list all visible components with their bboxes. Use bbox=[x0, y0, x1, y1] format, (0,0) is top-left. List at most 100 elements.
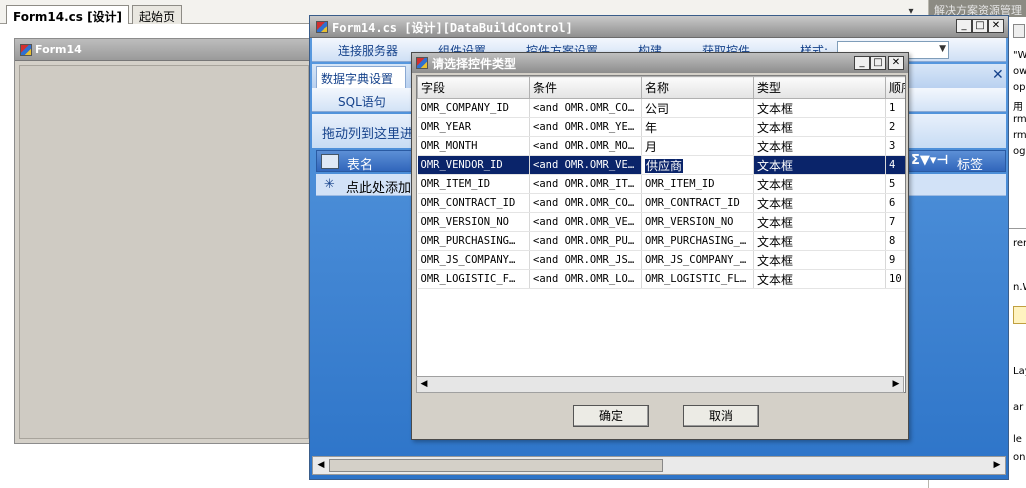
table-row[interactable]: OMR_ITEM_ID <and OMR.OMR_IT… OMR_ITEM_ID 文本… bbox=[417, 174, 905, 194]
cell-order[interactable]: 8 bbox=[885, 231, 905, 251]
cell-field[interactable]: OMR_MONTH bbox=[417, 136, 530, 156]
cell-field[interactable]: OMR_ITEM_ID bbox=[417, 174, 530, 194]
cell-name[interactable]: OMR_PURCHASING_… bbox=[641, 231, 754, 251]
cell-name[interactable]: OMR_VERSION_NO bbox=[641, 212, 754, 232]
table-row[interactable]: OMR_YEAR <and OMR.OMR_YE… 年文本框 2 bbox=[417, 117, 905, 137]
cell-type[interactable]: 文本框 bbox=[753, 174, 886, 194]
cell-type[interactable]: 文本框 bbox=[753, 117, 886, 137]
cell-name[interactable]: 供应商 bbox=[641, 155, 754, 175]
sum-filter-icon[interactable]: Σ▼▾⊣ bbox=[911, 153, 948, 168]
column-header-order[interactable]: 顺序 bbox=[885, 76, 905, 99]
cell-name[interactable]: 月 bbox=[641, 136, 754, 156]
cancel-button[interactable]: 取消 bbox=[683, 405, 759, 427]
cell-type[interactable]: 文本框 bbox=[753, 250, 886, 270]
cell-order[interactable]: 7 bbox=[885, 212, 905, 232]
sql-statement-button[interactable]: SQL语句 bbox=[338, 93, 386, 110]
cell-order[interactable]: 2 bbox=[885, 117, 905, 137]
column-header-condition[interactable]: 条件 bbox=[529, 76, 642, 99]
ok-button[interactable]: 确定 bbox=[573, 405, 649, 427]
tab-start-page[interactable]: 起始页 bbox=[132, 5, 183, 24]
horizontal-scrollbar[interactable]: ◀ ▶ bbox=[312, 456, 1006, 475]
cell-condition[interactable]: <and OMR.OMR_CO… bbox=[529, 98, 642, 118]
close-button[interactable]: ✕ bbox=[988, 19, 1004, 33]
dialog-maximize-button[interactable]: □ bbox=[870, 56, 886, 70]
cell-condition[interactable]: <and OMR.OMR_VE… bbox=[529, 155, 642, 175]
cell-order[interactable]: 6 bbox=[885, 193, 905, 213]
lightning-icon[interactable] bbox=[1013, 306, 1026, 324]
cell-type[interactable]: 文本框 bbox=[753, 212, 886, 232]
cell-condition[interactable]: <and OMR.OMR_YE… bbox=[529, 117, 642, 137]
column-header-type[interactable]: 类型 bbox=[753, 76, 886, 99]
cell-name[interactable]: OMR_CONTRACT_ID bbox=[641, 193, 754, 213]
table-row[interactable]: OMR_COMPANY_ID <and OMR.OMR_CO… 公司 文本框 1 bbox=[417, 98, 905, 118]
cell-condition[interactable]: <and OMR.OMR_MO… bbox=[529, 136, 642, 156]
cell-name[interactable]: OMR_LOGISTIC_FL… bbox=[641, 269, 754, 289]
dialog-title-bar: 请选择控件类型 _ □ ✕ bbox=[412, 53, 908, 73]
cell-type[interactable]: 文本框 bbox=[753, 269, 886, 289]
cell-name[interactable]: 年 bbox=[641, 117, 754, 137]
cell-field[interactable]: OMR_PURCHASING… bbox=[417, 231, 530, 251]
cell-order[interactable]: 10 bbox=[885, 269, 905, 289]
cell-field[interactable]: OMR_LOGISTIC_F… bbox=[417, 269, 530, 289]
cell-type[interactable]: 文本框 bbox=[753, 193, 886, 213]
table-row[interactable]: OMR_LOGISTIC_F… <and OMR.OMR_LO… OMR_LOGIS… bbox=[417, 269, 905, 289]
maximize-button[interactable]: □ bbox=[972, 19, 988, 33]
cell-order[interactable]: 9 bbox=[885, 250, 905, 270]
connect-server-button[interactable]: 连接服务器 bbox=[338, 42, 398, 59]
column-header-table-name[interactable]: 表名 bbox=[347, 154, 373, 173]
cell-condition[interactable]: <and OMR.OMR_PU… bbox=[529, 231, 642, 251]
panel-text-line: ope bbox=[1013, 82, 1026, 93]
minimize-button[interactable]: _ bbox=[956, 19, 972, 33]
table-row[interactable]: OMR_CONTRACT_ID <and OMR.OMR_CO… OMR_CONTR… bbox=[417, 193, 905, 213]
select-control-type-dialog[interactable]: 请选择控件类型 _ □ ✕ 字段 条件 名称 类型 顺序 OMR_COMPANY… bbox=[411, 52, 909, 440]
scroll-left-icon[interactable]: ◀ bbox=[314, 458, 328, 473]
editing-text[interactable]: 供应商 bbox=[645, 158, 684, 173]
cell-field[interactable]: OMR_JS_COMPANY… bbox=[417, 250, 530, 270]
control-type-grid[interactable]: 字段 条件 名称 类型 顺序 OMR_COMPANY_ID<and OMR.OM… bbox=[416, 75, 906, 393]
cell-name[interactable]: 公司 bbox=[641, 98, 754, 118]
cell-name[interactable]: OMR_JS_COMPANY_… bbox=[641, 250, 754, 270]
cell-field[interactable]: OMR_VENDOR_ID bbox=[417, 155, 530, 175]
scroll-right-icon[interactable]: ▶ bbox=[889, 377, 903, 392]
cell-condition[interactable]: <and OMR.OMR_IT… bbox=[529, 174, 642, 194]
table-row[interactable]: OMR_MONTH <and OMR.OMR_MO… 月文本框 3 bbox=[417, 136, 905, 156]
cell-field[interactable]: OMR_YEAR bbox=[417, 117, 530, 137]
cell-condition[interactable]: <and OMR.OMR_CO… bbox=[529, 193, 642, 213]
cell-order[interactable]: 5 bbox=[885, 174, 905, 194]
cell-type[interactable]: 文本框 bbox=[753, 155, 886, 175]
dialog-horizontal-scrollbar[interactable]: ◀ ▶ bbox=[416, 376, 904, 393]
form14-design-window[interactable]: Form14 bbox=[14, 38, 314, 444]
table-row[interactable]: OMR_JS_COMPANY… <and OMR.OMR_JS… OMR_JS_CO… bbox=[417, 250, 905, 270]
cell-name[interactable]: OMR_ITEM_ID bbox=[641, 174, 754, 194]
close-tab-icon[interactable]: ✕ bbox=[992, 67, 1004, 83]
column-header-field[interactable]: 字段 bbox=[417, 76, 530, 99]
table-row[interactable]: OMR_PURCHASING… <and OMR.OMR_PU… OMR_PURCH… bbox=[417, 231, 905, 251]
cell-type[interactable]: 文本框 bbox=[753, 136, 886, 156]
scroll-right-icon[interactable]: ▶ bbox=[990, 458, 1004, 473]
cell-type[interactable]: 文本框 bbox=[753, 98, 886, 118]
dialog-minimize-button[interactable]: _ bbox=[854, 56, 870, 70]
panel-button-icon[interactable] bbox=[1013, 24, 1025, 38]
grid-options-icon[interactable] bbox=[321, 154, 339, 169]
panel-text-line: n.W bbox=[1013, 282, 1026, 293]
panel-text-line: ar bbox=[1013, 402, 1024, 413]
cell-type[interactable]: 文本框 bbox=[753, 231, 886, 251]
table-row[interactable]: OMR_VENDOR_ID <and OMR.OMR_VE… 供应商 文本框 4 bbox=[417, 155, 905, 175]
cell-condition[interactable]: <and OMR.OMR_VE… bbox=[529, 212, 642, 232]
cell-field[interactable]: OMR_CONTRACT_ID bbox=[417, 193, 530, 213]
cell-field[interactable]: OMR_VERSION_NO bbox=[417, 212, 530, 232]
cell-field[interactable]: OMR_COMPANY_ID bbox=[417, 98, 530, 118]
cell-condition[interactable]: <and OMR.OMR_JS… bbox=[529, 250, 642, 270]
tab-form14-design[interactable]: Form14.cs [设计] bbox=[6, 5, 130, 24]
cell-condition[interactable]: <and OMR.OMR_LO… bbox=[529, 269, 642, 289]
cell-order[interactable]: 1 bbox=[885, 98, 905, 118]
cell-order[interactable]: 4 bbox=[885, 155, 905, 175]
table-row[interactable]: OMR_VERSION_NO <and OMR.OMR_VE… OMR_VERSIO… bbox=[417, 212, 905, 232]
column-header-name[interactable]: 名称 bbox=[641, 76, 754, 99]
column-header-tag[interactable]: 标签 bbox=[957, 154, 983, 173]
tab-data-dictionary[interactable]: 数据字典设置 bbox=[316, 66, 406, 88]
cell-order[interactable]: 3 bbox=[885, 136, 905, 156]
scrollbar-thumb[interactable] bbox=[329, 459, 663, 472]
dialog-close-button[interactable]: ✕ bbox=[888, 56, 904, 70]
scroll-left-icon[interactable]: ◀ bbox=[417, 377, 431, 392]
